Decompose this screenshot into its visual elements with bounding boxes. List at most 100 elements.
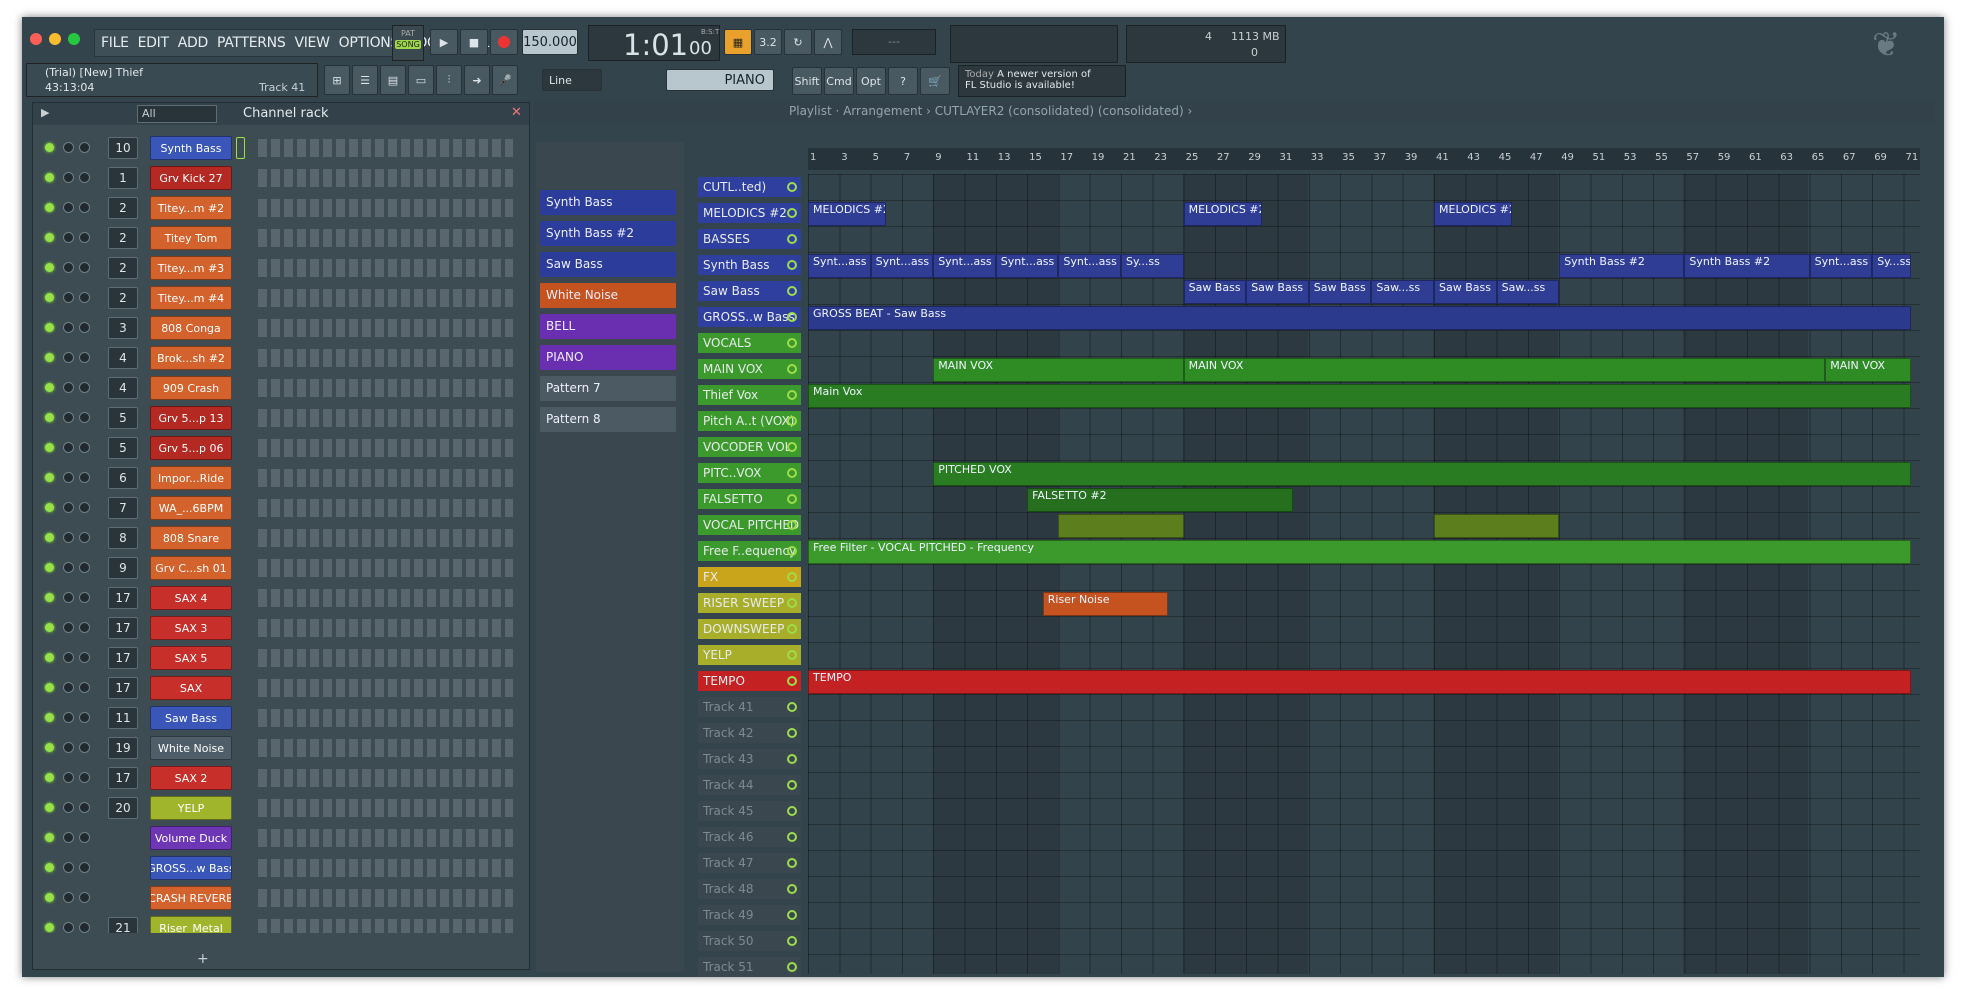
pan-knob-icon[interactable] [63,622,74,633]
pan-knob-icon[interactable] [63,172,74,183]
channel-row[interactable]: Volume Duck [33,823,523,853]
channel-name-button[interactable]: WA_...6BPM [150,496,232,520]
track-header[interactable]: VOCAL PITCHED [698,515,801,535]
channel-row[interactable]: 4 909 Crash [33,373,523,403]
step-sequencer[interactable] [258,769,513,787]
menu-view[interactable]: VIEW [294,35,330,51]
pan-knob-icon[interactable] [63,922,74,933]
channel-number[interactable]: 9 [108,557,138,579]
snap-select[interactable]: Line [542,69,602,91]
channel-row[interactable]: 3 808 Conga [33,313,523,343]
pan-knob-icon[interactable] [63,802,74,813]
channel-name-button[interactable]: Saw Bass [150,706,232,730]
channel-name-button[interactable]: SAX 2 [150,766,232,790]
track-header[interactable]: MELODICS #2 [698,203,801,223]
volume-knob-icon[interactable] [79,352,90,363]
pattern-item[interactable]: Pattern 8 [540,407,676,432]
pan-knob-icon[interactable] [63,832,74,843]
mute-led-icon[interactable] [45,623,54,632]
playlist-clip[interactable] [1058,514,1184,538]
mute-led-icon[interactable] [45,323,54,332]
track-header[interactable]: VOCALS [698,333,801,353]
channel-row[interactable]: 2 Titey Tom [33,223,523,253]
step-sequencer[interactable] [258,529,513,547]
track-header[interactable]: Synth Bass [698,255,801,275]
shop-icon[interactable]: 🛒 [920,67,950,95]
playlist-clip[interactable]: Sy...ss [1872,254,1912,278]
track-mute-icon[interactable] [787,494,797,504]
playlist-clip[interactable]: GROSS BEAT - Saw Bass [808,306,1912,330]
channel-row[interactable]: 9 Grv C...sh 01 [33,553,523,583]
track-header[interactable]: Track 44 [698,775,801,795]
step-sequencer[interactable] [258,889,513,907]
track-mute-icon[interactable] [787,598,797,608]
step-sequencer[interactable] [258,679,513,697]
channel-row[interactable]: 17 SAX 3 [33,613,523,643]
volume-knob-icon[interactable] [79,442,90,453]
channel-row[interactable]: 17 SAX 5 [33,643,523,673]
mixer-view-icon[interactable]: ⫶ [436,65,462,95]
playlist-clip[interactable]: Free Filter - VOCAL PITCHED - Frequency [808,540,1912,564]
track-mute-icon[interactable] [787,858,797,868]
playlist-clip[interactable]: Synt...ass [1058,254,1121,278]
pan-knob-icon[interactable] [63,412,74,423]
menu-options[interactable]: OPTIONS [339,35,400,51]
step-sequencer[interactable] [258,259,513,277]
help-icon[interactable]: ? [888,67,918,95]
channel-number[interactable] [108,827,138,849]
channel-number[interactable]: 6 [108,467,138,489]
mute-led-icon[interactable] [45,503,54,512]
channel-number[interactable]: 20 [108,797,138,819]
track-header[interactable]: Track 48 [698,879,801,899]
channel-name-button[interactable]: Brok...sh #2 [150,346,232,370]
step-sequencer[interactable] [258,409,513,427]
track-header[interactable]: PITC..VOX [698,463,801,483]
channel-row[interactable]: 5 Grv 5...p 06 [33,433,523,463]
mute-led-icon[interactable] [45,833,54,842]
track-mute-icon[interactable] [787,234,797,244]
step-sequencer[interactable] [258,829,513,847]
mute-led-icon[interactable] [45,533,54,542]
channel-row[interactable]: 8 808 Snare [33,523,523,553]
playlist-clip[interactable]: Saw Bass [1308,280,1372,304]
channel-number[interactable] [108,857,138,879]
mute-led-icon[interactable] [45,803,54,812]
channel-name-button[interactable]: GROSS...w Bass [150,856,232,880]
volume-knob-icon[interactable] [79,412,90,423]
pan-knob-icon[interactable] [63,322,74,333]
pattern-item[interactable]: Synth Bass #2 [540,221,676,246]
track-mute-icon[interactable] [787,780,797,790]
cmd-button[interactable]: Cmd [824,67,854,95]
track-header[interactable]: Track 42 [698,723,801,743]
opt-button[interactable]: Opt [856,67,886,95]
step-sequencer[interactable] [258,589,513,607]
mute-led-icon[interactable] [45,383,54,392]
channel-name-button[interactable]: SAX 5 [150,646,232,670]
channel-row[interactable]: 2 Titey...m #2 [33,193,523,223]
channel-number[interactable]: 17 [108,617,138,639]
track-mute-icon[interactable] [787,546,797,556]
volume-knob-icon[interactable] [79,142,90,153]
mute-led-icon[interactable] [45,173,54,182]
pan-knob-icon[interactable] [63,862,74,873]
mute-led-icon[interactable] [45,593,54,602]
playlist-grid[interactable]: MELODICS #2 MELODICS #2 MELODICS #2 Synt...… [808,174,1920,974]
track-header[interactable]: CUTL..ted) [698,177,801,197]
channel-name-button[interactable]: CRASH REVERB [150,886,232,910]
playlist-clip[interactable]: Saw Bass [1246,280,1309,304]
channel-name-button[interactable]: White Noise [150,736,232,760]
track-mute-icon[interactable] [787,286,797,296]
step-sequencer[interactable] [258,709,513,727]
pattern-item[interactable]: Pattern 7 [540,376,676,401]
pan-knob-icon[interactable] [63,442,74,453]
mute-led-icon[interactable] [45,863,54,872]
channel-row[interactable]: 1 Grv Kick 27 [33,163,523,193]
pan-knob-icon[interactable] [63,472,74,483]
step-sequencer[interactable] [258,799,513,817]
minimize-icon[interactable] [49,33,61,45]
mute-led-icon[interactable] [45,203,54,212]
mute-led-icon[interactable] [45,713,54,722]
step-sequencer[interactable] [258,859,513,877]
channel-name-button[interactable]: Impor...Ride [150,466,232,490]
volume-knob-icon[interactable] [79,322,90,333]
